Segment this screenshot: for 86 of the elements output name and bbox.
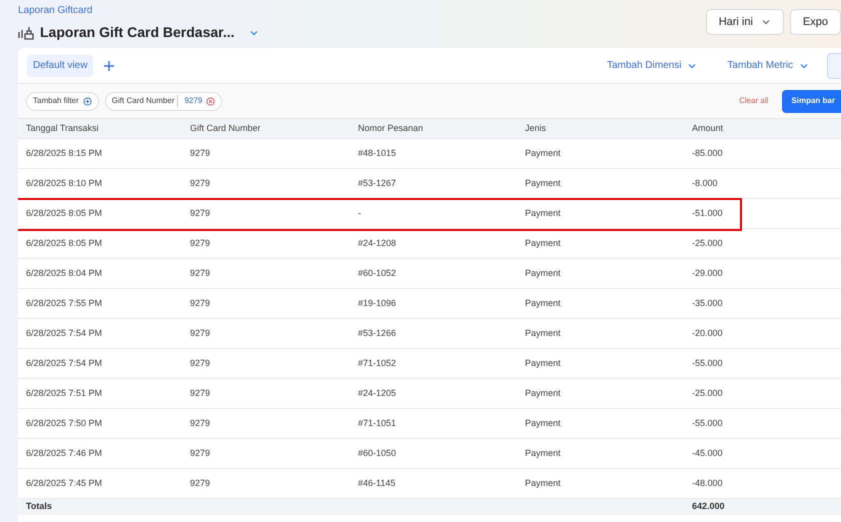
remove-icon[interactable]	[206, 96, 216, 106]
table-cell-text: #24-1208	[358, 236, 398, 250]
column-header: Nomor Pesanan	[358, 122, 424, 135]
table-cell-text: #60-1052	[358, 266, 398, 280]
table-cell-text: 6/28/2025 8:15 PM	[26, 146, 104, 160]
table-cell-text: Payment	[525, 476, 562, 490]
table-cell-text: Payment	[525, 416, 562, 430]
column-header: Jenis	[525, 122, 548, 135]
filter-field: Gift Card Number	[112, 95, 178, 107]
table-cell-text: 6/28/2025 7:54 PM	[26, 356, 104, 370]
totals-amount: 642.000	[692, 500, 725, 514]
table-cell-text: 9279	[190, 206, 212, 220]
table-cell-text: 9279	[190, 476, 212, 490]
table-cell-text: -45.000	[692, 446, 724, 460]
table-cell-text: 9279	[190, 176, 212, 190]
table-cell-text: -48.000	[692, 476, 724, 490]
table-cell-text: -	[358, 206, 362, 220]
table-cell-text: -35.000	[692, 296, 724, 310]
table-cell-text: 6/28/2025 7:55 PM	[26, 296, 104, 310]
table-cell-text: Payment	[525, 176, 562, 190]
add-icon[interactable]	[103, 60, 116, 72]
table-cell-text: 9279	[190, 146, 212, 160]
add-dimension-dropdown[interactable]: Tambah Dimensi	[606, 58, 698, 73]
table-cell-text: #53-1267	[358, 176, 398, 190]
report-icon	[18, 26, 34, 40]
table-cell-text: 6/28/2025 8:05 PM	[26, 236, 104, 250]
export-button[interactable]: Expo	[790, 9, 841, 35]
column-header: Gift Card Number	[190, 122, 262, 135]
save-button[interactable]: Simpan bar	[782, 90, 841, 112]
add-metric-dropdown[interactable]: Tambah Metric	[727, 58, 809, 73]
table-cell-text: #53-1266	[358, 326, 398, 340]
table-cell-text: 6/28/2025 8:04 PM	[26, 266, 104, 280]
table-cell-text: 9279	[190, 236, 212, 250]
table-cell-text: #60-1050	[358, 446, 398, 460]
table-cell-text: Payment	[525, 326, 562, 340]
table-cell-text: Payment	[525, 146, 562, 160]
table-cell-text: -8.000	[692, 176, 719, 190]
date-range-dropdown[interactable]: Hari ini	[706, 9, 784, 35]
table-cell-text: #24-1205	[358, 386, 398, 400]
filter-chip[interactable]: Gift Card Number 9279	[104, 92, 222, 110]
report-title: Laporan Gift Card Berdasar...	[40, 23, 234, 42]
table-cell-text: Payment	[525, 206, 562, 220]
table-cell-text: 6/28/2025 7:50 PM	[26, 416, 104, 430]
table-cell-text: 9279	[190, 326, 212, 340]
table-cell-text: 6/28/2025 8:05 PM	[26, 206, 104, 220]
table-cell-text: 6/28/2025 7:45 PM	[26, 476, 104, 490]
table-cell-text: 9279	[190, 356, 212, 370]
table-cell-text: Payment	[525, 446, 562, 460]
table-cell-text: -55.000	[692, 416, 724, 430]
table-cell-text: -25.000	[692, 236, 724, 250]
table-cell-text: 6/28/2025 7:51 PM	[26, 386, 104, 400]
table-cell-text: 6/28/2025 7:46 PM	[26, 446, 104, 460]
table-cell-text: 9279	[190, 266, 212, 280]
table-cell-text: 6/28/2025 7:54 PM	[26, 326, 104, 340]
chevron-down-icon	[760, 17, 771, 27]
table-cell-text: -85.000	[692, 146, 724, 160]
view-tab[interactable]: Default view	[27, 54, 94, 76]
column-header: Amount	[692, 122, 724, 135]
breadcrumb-link[interactable]: Laporan Giftcard	[18, 3, 258, 18]
table-cell-text: #71-1051	[358, 416, 398, 430]
table-cell-text: -55.000	[692, 356, 724, 370]
table-cell-text: -51.000	[692, 206, 724, 220]
table-cell-text: -29.000	[692, 266, 724, 280]
table-cell-text: 6/28/2025 8:10 PM	[26, 176, 104, 190]
totals-label: Totals	[26, 500, 53, 514]
column-header: Tanggal Transaksi	[26, 122, 100, 135]
table-cell-text: Payment	[525, 356, 562, 370]
table-cell-text: Payment	[525, 266, 562, 280]
table-cell-text: 9279	[190, 446, 212, 460]
filter-toggle-button[interactable]	[827, 52, 841, 78]
table-cell-text: 9279	[190, 296, 212, 310]
add-circle-icon	[82, 96, 92, 106]
table-cell-text: #48-1015	[358, 146, 398, 160]
table-cell-text: Payment	[525, 386, 562, 400]
table-cell-text: #19-1096	[358, 296, 398, 310]
table-cell-text: #71-1052	[358, 356, 398, 370]
table-cell-text: #46-1145	[358, 476, 396, 490]
table-cell-text: 9279	[190, 386, 212, 400]
table-cell-text: -25.000	[692, 386, 724, 400]
table-cell-text: 9279	[190, 416, 212, 430]
filter-value: 9279	[184, 95, 202, 107]
table-cell-text: Payment	[525, 236, 562, 250]
table-cell-text: Payment	[525, 296, 562, 310]
clear-all-button[interactable]: Clear all	[739, 95, 768, 107]
add-filter-button[interactable]: Tambah filter	[26, 92, 99, 110]
table-cell-text: -20.000	[692, 326, 724, 340]
